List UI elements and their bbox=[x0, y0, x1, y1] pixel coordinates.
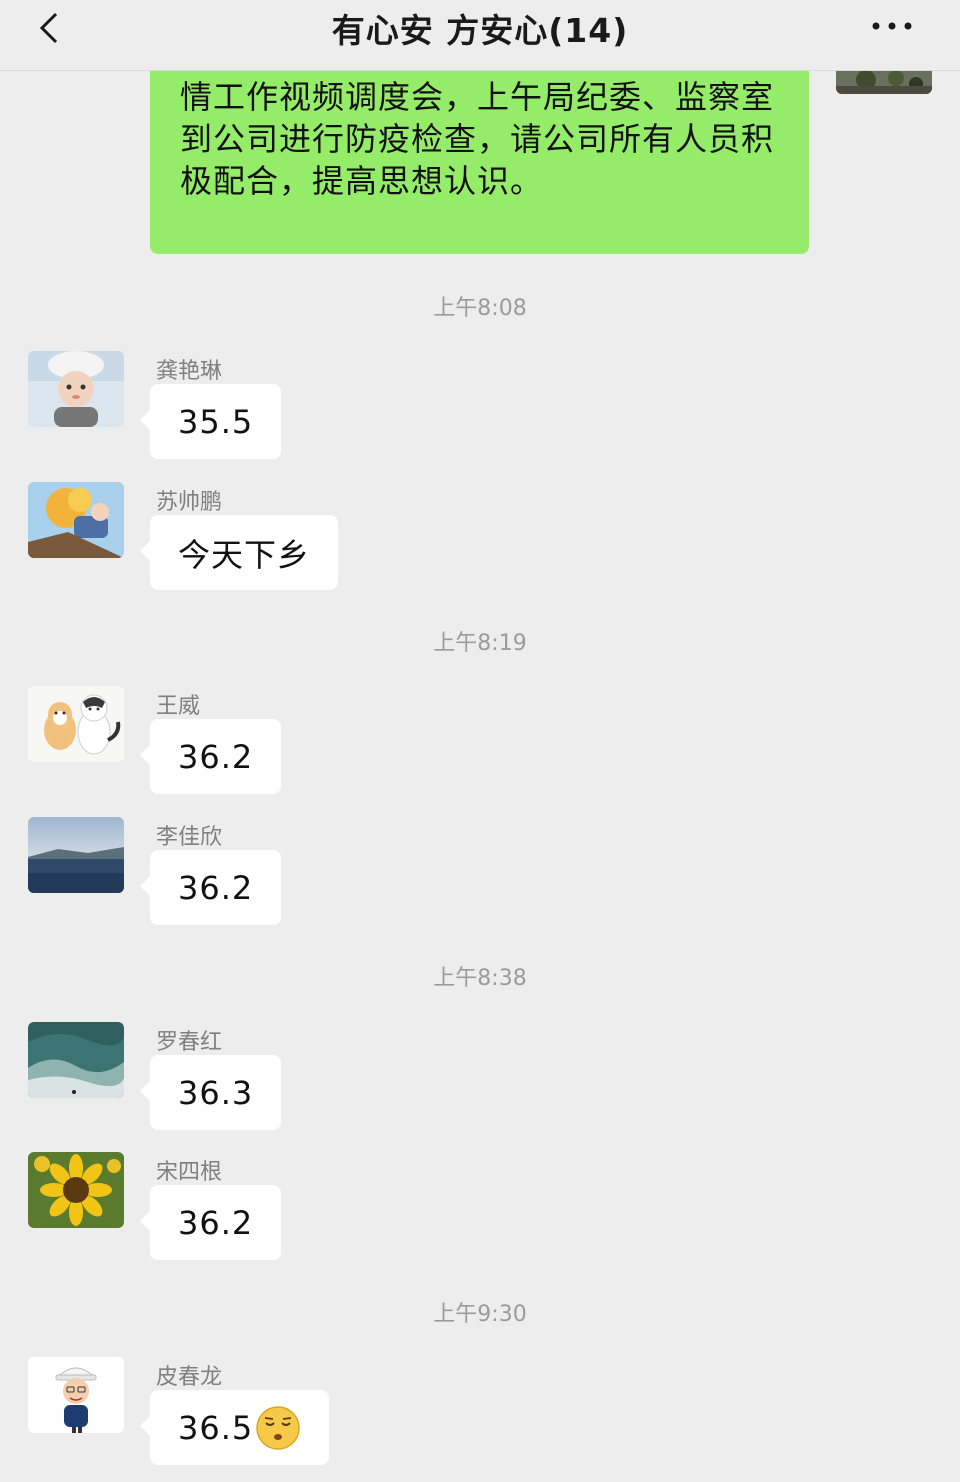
avatar[interactable] bbox=[28, 482, 124, 558]
message-row: 龚艳琳 35.5 bbox=[0, 351, 960, 461]
anime-figure-icon bbox=[28, 482, 124, 558]
sender-name: 王威 bbox=[156, 694, 201, 719]
avatar[interactable] bbox=[28, 1357, 124, 1433]
sender-name: 皮春龙 bbox=[156, 1365, 223, 1390]
message-bubble[interactable]: 今天下乡 bbox=[139, 515, 339, 590]
cartoon-worker-icon bbox=[28, 1357, 124, 1433]
message-row: 李佳欣 36.2 bbox=[0, 817, 960, 927]
message-text: 36.2 bbox=[178, 1203, 254, 1242]
timestamp: 上午9:30 bbox=[433, 1302, 527, 1327]
chat-header: 有心安 方安心(14) bbox=[0, 0, 960, 71]
message-bubble[interactable]: 36.2 bbox=[139, 719, 282, 794]
more-options-button[interactable] bbox=[868, 10, 916, 40]
message-bubble[interactable]: 36.2 bbox=[139, 850, 282, 925]
timestamp: 上午8:38 bbox=[433, 966, 527, 991]
sender-name: 罗春红 bbox=[156, 1030, 223, 1055]
self-message-text: 情工作视频调度会，上午局纪委、监察室到公司进行防疫检查，请公司所有人员积极配合，… bbox=[180, 78, 775, 200]
timestamp: 上午8:08 bbox=[433, 296, 527, 321]
ocean-wave-icon bbox=[28, 1022, 124, 1098]
avatar[interactable] bbox=[28, 817, 124, 893]
relieved-face-icon bbox=[255, 1405, 301, 1451]
message-text: 36.5 bbox=[178, 1408, 254, 1447]
timestamp: 上午8:19 bbox=[433, 631, 527, 656]
message-bubble[interactable]: 36.5 bbox=[139, 1390, 330, 1465]
message-row: 王威 36.2 bbox=[0, 686, 960, 796]
message-bubble[interactable]: 36.3 bbox=[139, 1055, 282, 1130]
chat-title: 有心安 方安心(14) bbox=[331, 11, 629, 50]
message-bubble[interactable]: 36.2 bbox=[139, 1185, 282, 1260]
lake-landscape-icon bbox=[28, 817, 124, 893]
message-row: 罗春红 36.3 bbox=[0, 1022, 960, 1132]
message-text: 36.2 bbox=[178, 868, 254, 907]
avatar[interactable] bbox=[28, 351, 124, 427]
avatar[interactable] bbox=[28, 686, 124, 762]
self-message-bubble[interactable]: 情工作视频调度会，上午局纪委、监察室到公司进行防疫检查，请公司所有人员积极配合，… bbox=[150, 70, 809, 254]
message-row: 皮春龙 36.5 bbox=[0, 1357, 960, 1467]
avatar[interactable] bbox=[28, 1022, 124, 1098]
sender-name: 李佳欣 bbox=[156, 825, 223, 850]
cartoon-cats-icon bbox=[28, 686, 124, 762]
child-photo-icon bbox=[28, 351, 124, 427]
sender-name: 宋四根 bbox=[156, 1160, 223, 1185]
message-bubble[interactable]: 35.5 bbox=[139, 384, 282, 459]
message-text: 36.2 bbox=[178, 737, 254, 776]
sunflower-icon bbox=[28, 1152, 124, 1228]
sender-name: 苏帅鹏 bbox=[156, 490, 223, 515]
message-text: 36.3 bbox=[178, 1073, 254, 1112]
message-text: 35.5 bbox=[178, 402, 254, 441]
more-dots-icon bbox=[872, 22, 912, 30]
avatar[interactable] bbox=[28, 1152, 124, 1228]
message-text: 今天下乡 bbox=[178, 535, 311, 574]
message-row: 宋四根 36.2 bbox=[0, 1152, 960, 1262]
sender-name: 龚艳琳 bbox=[156, 359, 223, 384]
message-row: 苏帅鹏 今天下乡 bbox=[0, 482, 960, 592]
